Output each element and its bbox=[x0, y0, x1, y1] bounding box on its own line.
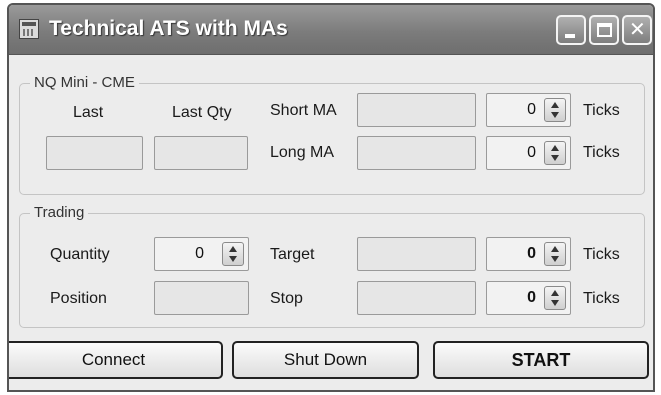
maximize-icon bbox=[597, 23, 612, 37]
long-ma-field bbox=[357, 136, 476, 170]
last-label: Last bbox=[73, 104, 104, 121]
trading-group-legend: Trading bbox=[30, 204, 89, 221]
quantity-label: Quantity bbox=[50, 246, 110, 263]
last-qty-label: Last Qty bbox=[172, 104, 232, 121]
position-label: Position bbox=[50, 290, 107, 307]
long-ma-ticks-value: 0 bbox=[527, 144, 536, 161]
last-field bbox=[46, 136, 143, 170]
short-ma-field bbox=[357, 93, 476, 127]
stop-ticks-value: 0 bbox=[527, 289, 536, 306]
close-button[interactable]: ✕ bbox=[622, 15, 652, 45]
spin-arrows-icon[interactable] bbox=[544, 242, 566, 266]
window-title: Technical ATS with MAs bbox=[49, 17, 288, 40]
app-icon bbox=[19, 19, 39, 39]
short-ma-label: Short MA bbox=[270, 102, 337, 119]
spin-arrows-icon[interactable] bbox=[544, 141, 566, 165]
quantity-stepper[interactable]: 0 bbox=[154, 237, 249, 271]
position-field bbox=[154, 281, 249, 315]
title-bar[interactable]: Technical ATS with MAs ✕ bbox=[9, 5, 653, 55]
long-ma-ticks-label: Ticks bbox=[583, 144, 620, 161]
target-field[interactable] bbox=[357, 237, 476, 271]
quantity-value: 0 bbox=[195, 245, 204, 262]
minimize-icon bbox=[565, 34, 575, 38]
long-ma-label: Long MA bbox=[270, 144, 335, 161]
target-ticks-value: 0 bbox=[527, 245, 536, 262]
start-button[interactable]: START bbox=[433, 341, 649, 379]
last-qty-field bbox=[154, 136, 248, 170]
long-ma-ticks-stepper[interactable]: 0 bbox=[486, 136, 571, 170]
short-ma-ticks-value: 0 bbox=[527, 101, 536, 118]
app-window: Technical ATS with MAs ✕ NQ Mini - CME L… bbox=[7, 3, 655, 392]
market-group-legend: NQ Mini - CME bbox=[30, 74, 139, 91]
market-group: NQ Mini - CME Last Last Qty Short MA 0 T… bbox=[19, 74, 645, 195]
spin-arrows-icon[interactable] bbox=[544, 98, 566, 122]
spin-arrows-icon[interactable] bbox=[544, 286, 566, 310]
stop-label: Stop bbox=[270, 290, 303, 307]
target-ticks-stepper[interactable]: 0 bbox=[486, 237, 571, 271]
connect-button[interactable]: Connect bbox=[9, 341, 223, 379]
minimize-button[interactable] bbox=[556, 15, 586, 45]
short-ma-ticks-label: Ticks bbox=[583, 102, 620, 119]
close-icon: ✕ bbox=[629, 19, 646, 41]
maximize-button[interactable] bbox=[589, 15, 619, 45]
stop-ticks-stepper[interactable]: 0 bbox=[486, 281, 571, 315]
shut-down-button[interactable]: Shut Down bbox=[232, 341, 419, 379]
spin-arrows-icon[interactable] bbox=[222, 242, 244, 266]
trading-group: Trading Quantity 0 Position Target 0 Tic… bbox=[19, 204, 645, 328]
target-label: Target bbox=[270, 246, 315, 263]
stop-ticks-label: Ticks bbox=[583, 290, 620, 307]
stop-field[interactable] bbox=[357, 281, 476, 315]
short-ma-ticks-stepper[interactable]: 0 bbox=[486, 93, 571, 127]
target-ticks-label: Ticks bbox=[583, 246, 620, 263]
